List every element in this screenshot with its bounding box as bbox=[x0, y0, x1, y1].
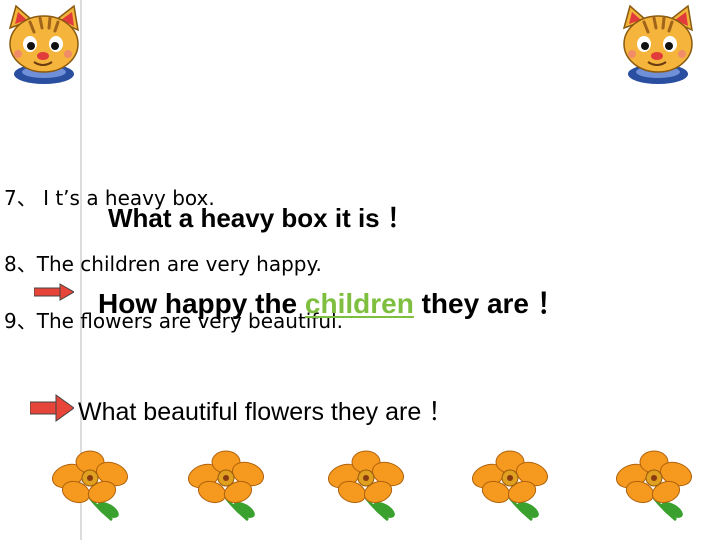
orange-flower-icon bbox=[188, 450, 264, 522]
answer-9: What beautiful flowers they are ！ bbox=[78, 398, 454, 426]
cartoon-cat-mascot-icon bbox=[8, 4, 79, 84]
answer-7: What a heavy box it is ！ bbox=[108, 203, 413, 233]
answer-8: How happy the children they are ！ bbox=[98, 282, 565, 322]
answer-8-keyword: children bbox=[304, 288, 414, 319]
orange-flower-icon bbox=[52, 450, 128, 522]
orange-flower-icon bbox=[472, 450, 548, 522]
cartoon-cat-mascot-icon bbox=[622, 4, 693, 84]
orange-flower-icon bbox=[328, 450, 404, 522]
red-arrow-icon bbox=[34, 283, 74, 301]
red-arrow-icon bbox=[30, 394, 74, 422]
answer-8-start: How happy the bbox=[98, 288, 305, 319]
sentence-8: 8、The children are very happy. bbox=[4, 252, 322, 276]
answer-8-end: they are ！ bbox=[413, 288, 565, 319]
orange-flower-icon bbox=[616, 450, 692, 522]
